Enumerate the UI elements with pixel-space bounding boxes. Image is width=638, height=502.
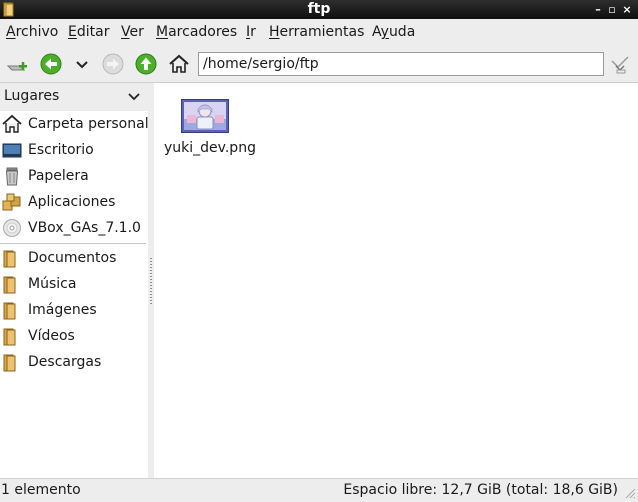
optical-disc-icon [3,219,21,237]
file-name: yuki_dev.png [164,140,256,156]
sidebar-item-videos[interactable]: Vídeos [0,324,148,348]
new-tab-icon[interactable] [5,52,29,76]
item-count: 1 elemento [1,482,81,498]
file-item[interactable]: yuki_dev.png [162,95,266,165]
sidebar-item-musica[interactable]: Música [0,272,148,296]
sidebar-separator [0,243,146,244]
folder-icon [3,250,16,268]
window-title: ftp [307,1,331,17]
sidebar-item-aplicaciones[interactable]: Aplicaciones [0,190,148,214]
back-arrow-icon[interactable] [39,52,63,76]
sidebar: Lugares Carpeta personal Escritorio Pape… [0,83,149,478]
free-space: Espacio libre: 12,7 GiB (total: 18,6 GiB… [343,482,618,498]
history-dropdown-icon[interactable] [70,52,94,76]
close-button[interactable]: × [619,0,635,19]
home-icon[interactable] [167,52,191,76]
forward-arrow-icon[interactable] [101,52,125,76]
sidebar-header[interactable]: Lugares [0,83,148,111]
location-input[interactable]: /home/sergio/ftp [198,52,604,76]
folder-icon [3,328,16,346]
sidebar-item-papelera[interactable]: Papelera [0,164,148,188]
home-folder-icon [2,114,22,133]
chevron-down-icon[interactable] [128,93,140,101]
sidebar-item-imagenes[interactable]: Imágenes [0,298,148,322]
sidebar-item-escritorio[interactable]: Escritorio [0,138,148,162]
menu-marcadores[interactable]: Marcadores [156,23,237,41]
up-arrow-icon[interactable] [134,52,158,76]
image-thumbnail-icon [181,99,229,133]
resize-grip [150,258,152,306]
maximize-button[interactable]: ▫ [604,0,620,19]
menu-ver[interactable]: Ver [121,23,144,41]
sidebar-item-vbox[interactable]: VBox_GAs_7.1.0 [0,216,148,240]
title-bar: ftp – ▫ × [0,0,638,19]
applications-icon [2,193,21,211]
trash-icon [5,167,19,186]
sidebar-item-carpeta-personal[interactable]: Carpeta personal [0,112,149,136]
sidebar-item-descargas[interactable]: Descargas [0,350,148,374]
resize-grip-icon[interactable] [622,485,636,499]
menu-bar: Archivo Editar Ver Marcadores Ir Herrami… [0,19,638,45]
sidebar-item-documentos[interactable]: Documentos [0,246,148,270]
status-bar: 1 elemento Espacio libre: 12,7 GiB (tota… [0,478,638,502]
menu-ir[interactable]: Ir [246,23,256,41]
sidebar-title: Lugares [4,88,60,104]
menu-archivo[interactable]: Archivo [6,23,58,41]
menu-herramientas[interactable]: Herramientas [269,23,364,41]
folder-icon [3,276,16,294]
menu-editar[interactable]: Editar [68,23,109,41]
menu-ayuda[interactable]: Ayuda [372,23,415,41]
folder-icon [3,302,16,320]
desktop-icon [2,143,22,158]
location-toggle-icon[interactable] [608,52,632,76]
folder-icon [3,354,16,372]
file-view[interactable]: yuki_dev.png [154,83,638,478]
